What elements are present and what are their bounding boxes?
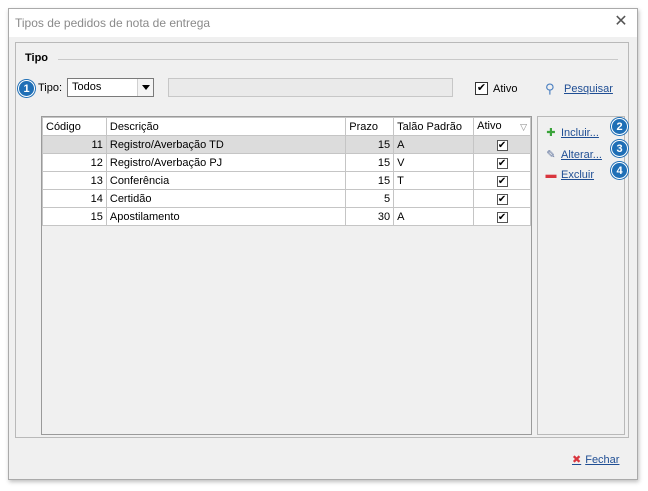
cell-ativo: ✔ [473, 171, 531, 190]
incluir-button[interactable]: ✚ Incluir... [544, 126, 599, 139]
col-header-ativo[interactable]: Ativo ▽ [473, 117, 531, 136]
cell-talao [393, 189, 475, 208]
table-row[interactable]: 15 Apostilamento 30 A ✔ [42, 207, 531, 226]
x-icon: ✖ [572, 454, 582, 466]
window-title: Tipos de pedidos de nota de entrega [15, 16, 211, 30]
cell-codigo: 11 [42, 135, 107, 154]
search-input[interactable] [168, 78, 453, 97]
pencil-icon: ✎ [546, 149, 556, 161]
cell-talao: A [393, 207, 475, 226]
cell-talao: V [393, 153, 475, 172]
incluir-label: Incluir... [561, 127, 599, 139]
alterar-button[interactable]: ✎ Alterar... [544, 148, 602, 161]
chevron-down-icon[interactable] [137, 79, 153, 96]
cell-prazo: 30 [345, 207, 395, 226]
cell-codigo: 12 [42, 153, 107, 172]
tipo-select-value: Todos [72, 81, 102, 93]
cell-codigo: 15 [42, 207, 107, 226]
callout-badge-2: 2 [611, 118, 628, 135]
cell-descricao: Conferência [105, 171, 347, 190]
tipo-label: Tipo: [38, 82, 63, 94]
table-row[interactable]: 11 Registro/Averbação TD 15 A ✔ [42, 135, 531, 154]
callout-badge-3: 3 [611, 140, 628, 157]
row-ativo-checkbox[interactable]: ✔ [496, 157, 508, 169]
row-ativo-checkbox[interactable]: ✔ [496, 211, 508, 223]
cell-ativo: ✔ [473, 135, 531, 154]
minus-icon: ▬ [545, 169, 557, 181]
col-header-prazo[interactable]: Prazo [345, 117, 395, 136]
callout-badge-4: 4 [611, 162, 628, 179]
cell-codigo: 13 [42, 171, 107, 190]
ativo-checkbox[interactable]: ✔ [475, 82, 488, 95]
row-ativo-checkbox[interactable]: ✔ [496, 193, 508, 205]
cell-prazo: 15 [345, 135, 395, 154]
cell-ativo: ✔ [473, 207, 531, 226]
group-title: Tipo [25, 52, 49, 64]
row-ativo-checkbox[interactable]: ✔ [496, 139, 508, 151]
plus-icon: ✚ [546, 127, 556, 139]
title-bar: Tipos de pedidos de nota de entrega ✕ [9, 9, 637, 37]
table-row[interactable]: 14 Certidão 5 ✔ [42, 189, 531, 208]
magnifier-icon: ⚲ [545, 81, 555, 96]
cell-ativo: ✔ [473, 153, 531, 172]
actions-panel: ✚ Incluir... ✎ Alterar... ▬ Excluir [537, 116, 625, 435]
cell-ativo: ✔ [473, 189, 531, 208]
data-grid: Código Descrição Prazo Talão Padrão Ativ… [41, 116, 532, 435]
group-divider [58, 59, 618, 60]
types-table: Código Descrição Prazo Talão Padrão Ativ… [42, 117, 531, 226]
col-header-ativo-label: Ativo [477, 120, 502, 132]
cell-descricao: Registro/Averbação TD [105, 135, 347, 154]
search-button[interactable]: Pesquisar [564, 83, 613, 95]
filter-icon[interactable]: ▽ [520, 122, 527, 133]
cell-descricao: Apostilamento [105, 207, 347, 226]
col-header-codigo[interactable]: Código [42, 117, 107, 136]
close-icon[interactable]: ✕ [611, 12, 631, 32]
tipo-select[interactable]: Todos [67, 78, 154, 97]
fechar-button[interactable]: ✖ Fechar [572, 453, 619, 466]
alterar-label: Alterar... [561, 149, 602, 161]
col-header-talao[interactable]: Talão Padrão [393, 117, 475, 136]
cell-descricao: Certidão [105, 189, 347, 208]
cell-talao: A [393, 135, 475, 154]
col-header-descricao[interactable]: Descrição [105, 117, 347, 136]
row-ativo-checkbox[interactable]: ✔ [496, 175, 508, 187]
cell-prazo: 15 [345, 153, 395, 172]
main-frame: Tipo 1 Tipo: Todos ✔ Ativo ⚲ Pesquisar C… [15, 42, 629, 438]
table-row[interactable]: 13 Conferência 15 T ✔ [42, 171, 531, 190]
table-header-row: Código Descrição Prazo Talão Padrão Ativ… [42, 117, 531, 136]
ativo-label: Ativo [493, 83, 518, 95]
excluir-label: Excluir [561, 169, 595, 181]
cell-codigo: 14 [42, 189, 107, 208]
fechar-label: Fechar [585, 454, 620, 466]
excluir-button[interactable]: ▬ Excluir [544, 169, 595, 181]
callout-badge-1: 1 [18, 80, 35, 97]
dialog-window: Tipos de pedidos de nota de entrega ✕ Ti… [8, 8, 638, 480]
cell-prazo: 5 [345, 189, 395, 208]
cell-talao: T [393, 171, 475, 190]
table-row[interactable]: 12 Registro/Averbação PJ 15 V ✔ [42, 153, 531, 172]
cell-descricao: Registro/Averbação PJ [105, 153, 347, 172]
cell-prazo: 15 [345, 171, 395, 190]
